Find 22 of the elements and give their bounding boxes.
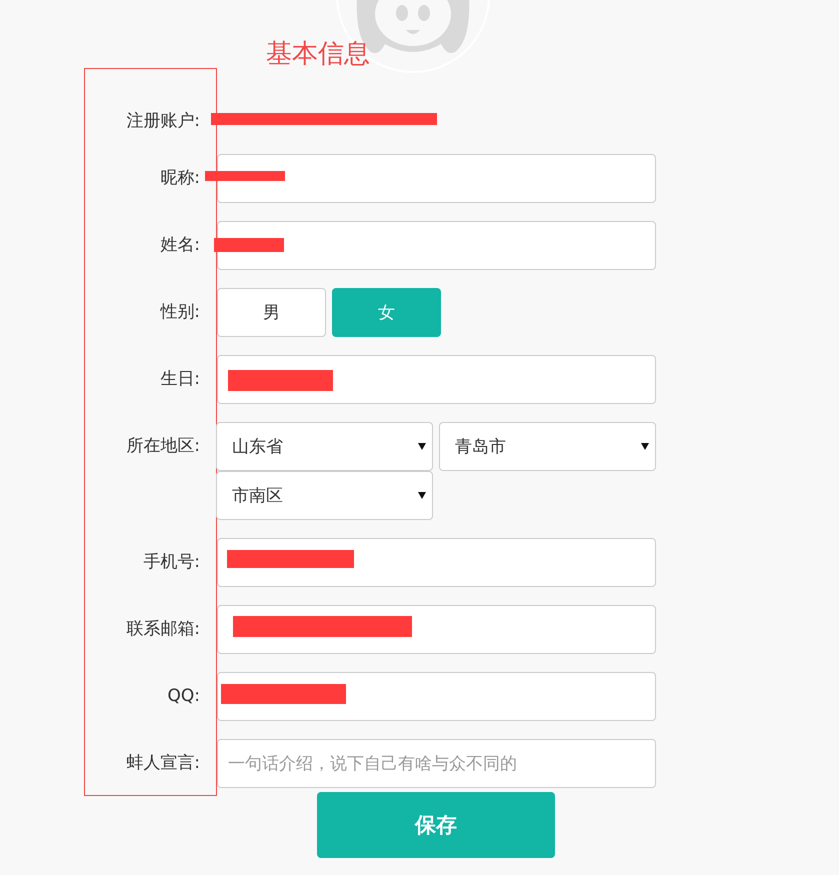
dropdown[interactable]: 山东省	[216, 422, 433, 471]
field-label: 所在地区:	[125, 435, 200, 458]
input-field[interactable]	[217, 355, 656, 404]
field-label: 联系邮箱:	[125, 618, 200, 641]
field-label: 蚌人宣言:	[125, 752, 200, 775]
section-title: 基本信息	[266, 38, 370, 71]
field-label: 昵称:	[159, 167, 200, 190]
dropdown[interactable]: 青岛市	[439, 422, 656, 471]
dropdown[interactable]: 市南区	[216, 471, 433, 520]
field-label: QQ:	[166, 685, 200, 708]
field-label: 手机号:	[142, 551, 200, 574]
caret-icon	[641, 443, 649, 450]
input-field[interactable]	[217, 154, 656, 203]
input-field[interactable]: 一句话介绍，说下自己有啥与众不同的	[217, 739, 656, 788]
input-field[interactable]	[217, 221, 656, 270]
field-label: 姓名:	[159, 234, 200, 257]
field-label: 注册账户:	[125, 110, 200, 133]
gender-option[interactable]: 男	[217, 288, 326, 337]
field-label: 性别:	[159, 301, 200, 324]
caret-icon	[418, 492, 426, 499]
caret-icon	[418, 443, 426, 450]
field-label: 生日:	[159, 368, 200, 391]
